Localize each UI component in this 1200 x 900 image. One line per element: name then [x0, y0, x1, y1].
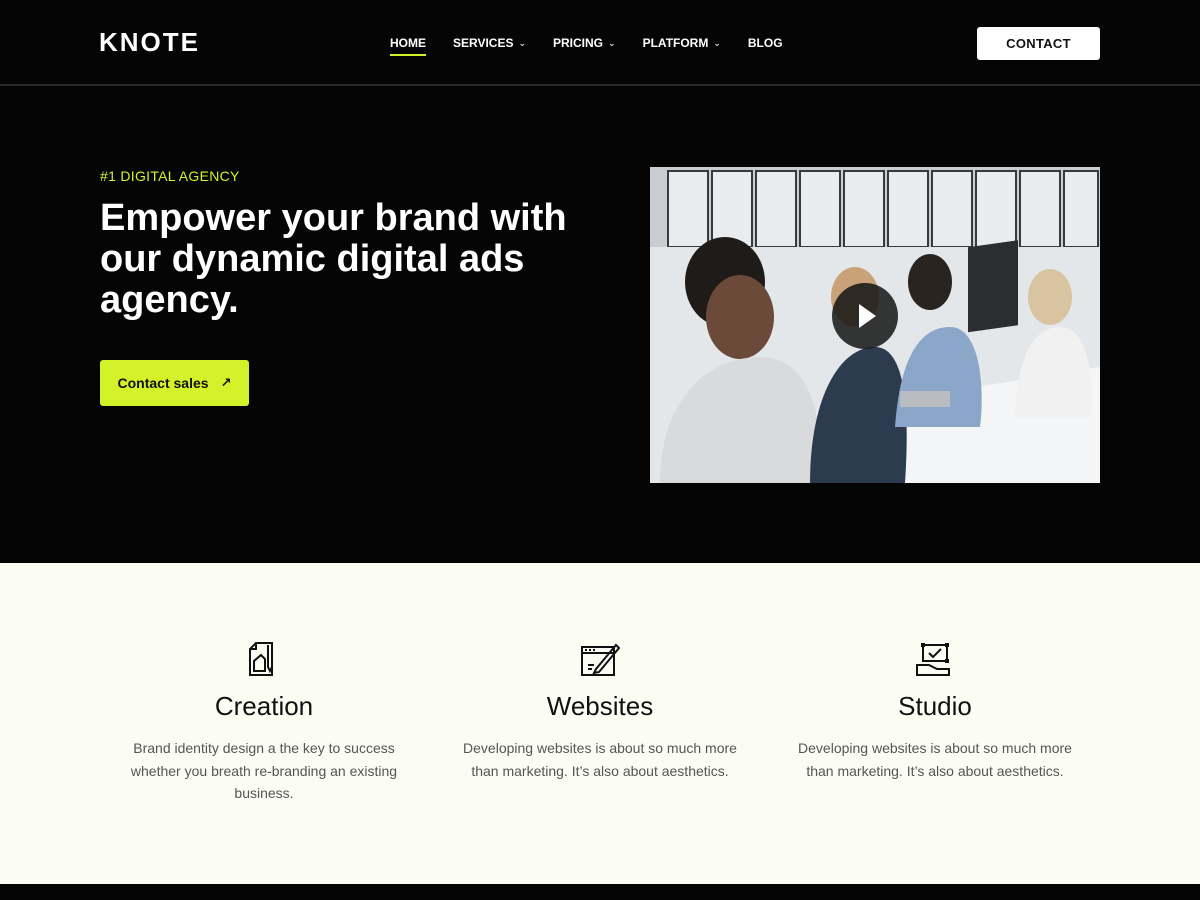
nav-label: SERVICES [453, 36, 514, 50]
feature-text: Developing websites is about so much mor… [463, 740, 737, 779]
document-pen-icon [249, 642, 273, 676]
logo[interactable]: KNOTE [99, 27, 200, 58]
feature-text: Developing websites is about so much mor… [798, 740, 1072, 779]
nav-blog[interactable]: BLOG [748, 36, 783, 50]
chevron-down-icon: ⌄ [608, 37, 616, 48]
feature-title: Websites [546, 691, 654, 721]
nav-label: HOME [390, 36, 426, 50]
nav-services[interactable]: SERVICES ⌄ [453, 36, 526, 50]
arrow-up-right-icon: ↗ [220, 375, 232, 390]
site-header: KNOTE HOME SERVICES ⌄ PRICING ⌄ PLATFORM ⌄ … [0, 0, 1200, 86]
chevron-down-icon: ⌄ [518, 37, 527, 48]
nav-label: PLATFORM [642, 36, 709, 50]
nav-home[interactable]: HOME [390, 36, 426, 56]
chevron-down-icon: ⌄ [713, 37, 721, 48]
contact-sales-button[interactable]: Contact sales ↗ [100, 360, 249, 406]
nav-label: BLOG [747, 36, 783, 50]
browser-pencil-icon [581, 643, 620, 676]
hero-video[interactable] [650, 167, 1100, 483]
contact-button[interactable]: CONTACT [977, 27, 1100, 60]
feature-title: Studio [898, 691, 972, 721]
main-nav: HOME SERVICES ⌄ PRICING ⌄ PLATFORM ⌄ BLOG [390, 36, 810, 56]
hero-eyebrow: #1 DIGITAL AGENCY [100, 168, 240, 184]
cta-label: Contact sales [117, 375, 209, 391]
hero-title: Empower your brand with our dynamic digi… [100, 197, 567, 321]
hand-box-icon [916, 643, 950, 676]
features-section: Creation Brand identity design a the key… [0, 563, 1200, 884]
footer-strip [0, 884, 1200, 900]
feature-title: Creation [214, 691, 314, 721]
nav-label: PRICING [553, 36, 604, 50]
nav-pricing[interactable]: PRICING ⌄ [553, 36, 616, 50]
feature-text: Brand identity design a the key to succe… [130, 740, 398, 801]
nav-platform[interactable]: PLATFORM ⌄ [643, 36, 721, 50]
play-icon[interactable] [832, 283, 898, 349]
